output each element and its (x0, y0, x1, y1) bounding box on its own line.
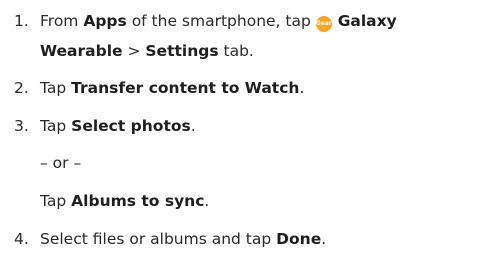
galaxy-label: Galaxy (337, 12, 397, 30)
step-number: 4. (14, 230, 29, 248)
settings-label: Settings (145, 42, 219, 60)
transfer-content-label: Transfer content to Watch (71, 79, 300, 97)
step-number: 2. (14, 79, 29, 97)
step-1-line-1: From Apps of the smartphone, tap Gear Ga… (40, 12, 397, 32)
select-photos-label: Select photos (71, 117, 191, 135)
apps-label: Apps (83, 12, 127, 30)
step-number: 3. (14, 117, 29, 135)
done-label: Done (276, 230, 322, 248)
instruction-document: 1. From Apps of the smartphone, tap Gear… (14, 12, 397, 248)
step-number: 1. (14, 12, 29, 30)
wearable-label: Wearable (40, 42, 123, 60)
galaxy-wearable-app-icon: Gear (315, 16, 332, 32)
albums-to-sync-label: Albums to sync (71, 192, 205, 210)
step-1-line-2: Wearable > Settings tab. (40, 42, 254, 60)
